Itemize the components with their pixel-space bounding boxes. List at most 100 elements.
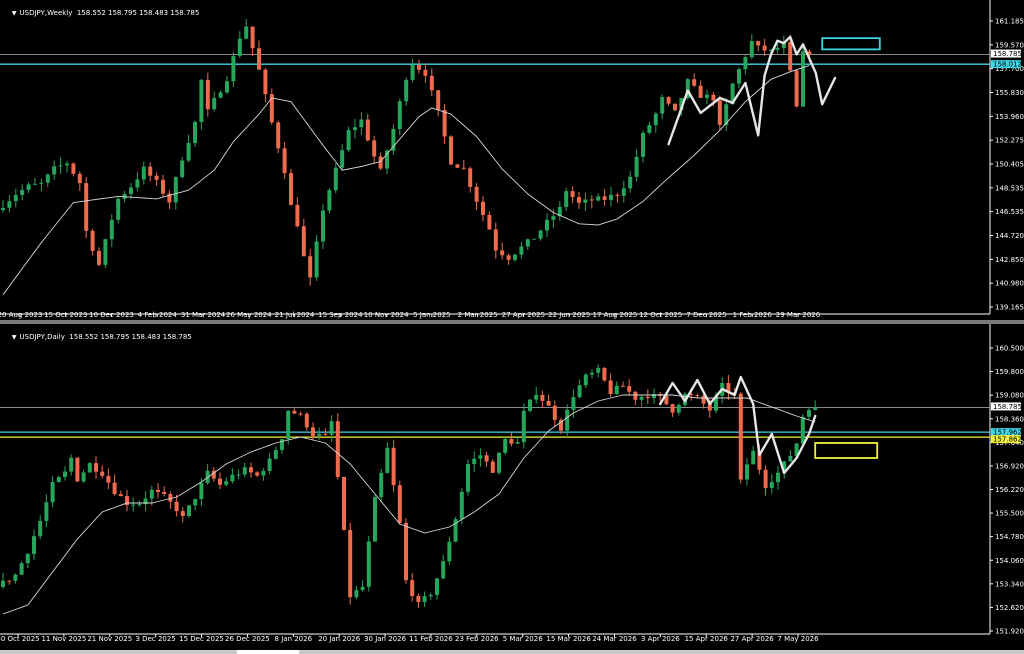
y-tick-label: 144.720 xyxy=(995,232,1024,240)
candle-down xyxy=(342,476,346,530)
candle-down xyxy=(282,148,287,174)
candle-up xyxy=(525,239,530,247)
candle-up xyxy=(13,574,18,581)
candle-up xyxy=(193,498,198,506)
weekly-chart[interactable]: 161.185159.570157.700155.830153.960152.2… xyxy=(0,0,1024,320)
candle-down xyxy=(365,119,370,141)
candle-up xyxy=(186,143,191,161)
price-tag-label: 158.785 xyxy=(993,50,1022,58)
moving-average-line xyxy=(2,394,816,615)
candle-down xyxy=(323,433,328,435)
y-tick-label: 158.360 xyxy=(995,415,1024,423)
candle-up xyxy=(173,177,178,203)
candle-down xyxy=(276,122,281,149)
x-tick-label: 8 Jan 2026 xyxy=(275,635,313,643)
candle-down xyxy=(90,230,95,251)
candle-down xyxy=(372,140,377,157)
candle-up xyxy=(340,150,345,168)
candle-down xyxy=(487,214,492,230)
candle-up xyxy=(131,504,136,506)
candle-up xyxy=(521,410,526,443)
candle-up xyxy=(769,482,774,488)
x-tick-label: 23 Feb 2026 xyxy=(455,635,499,643)
y-tick-label: 152.275 xyxy=(995,137,1024,145)
candle-down xyxy=(540,394,545,401)
x-tick-label: 1 Feb 2026 xyxy=(733,311,773,319)
triangle-down-icon[interactable]: ▼ xyxy=(12,10,17,17)
candle-up xyxy=(428,594,433,597)
candle-down xyxy=(75,457,80,482)
chart-tab-active[interactable] xyxy=(237,650,299,654)
x-tick-label: 30 Jan 2026 xyxy=(364,635,407,643)
candle-up xyxy=(435,578,439,595)
x-tick-label: 5 Jan 2025 xyxy=(413,311,451,319)
y-tick-label: 152.620 xyxy=(995,604,1024,612)
candle-up xyxy=(647,125,652,133)
candle-up xyxy=(565,409,570,431)
candle-up xyxy=(385,447,390,474)
candle-up xyxy=(653,113,658,126)
candle-down xyxy=(627,386,632,392)
x-tick-label: 31 Mar 2024 xyxy=(181,311,226,319)
y-tick-label: 142.850 xyxy=(995,256,1024,264)
candle-up xyxy=(44,502,49,521)
candle-up xyxy=(447,541,452,562)
candle-up xyxy=(583,199,588,203)
x-tick-label: 21 Jul 2024 xyxy=(275,311,315,319)
candle-up xyxy=(69,457,74,472)
candle-up xyxy=(286,410,291,440)
x-tick-label: 20 Aug 2023 xyxy=(0,311,42,319)
candle-down xyxy=(378,156,383,169)
candle-up xyxy=(775,48,780,50)
candle-down xyxy=(436,90,441,110)
candle-up xyxy=(391,128,396,151)
candle-up xyxy=(751,450,756,465)
y-tick-label: 161.185 xyxy=(995,18,1024,26)
candle-up xyxy=(149,489,154,499)
candle-up xyxy=(737,69,741,84)
candle-up xyxy=(459,491,464,520)
candle-down xyxy=(695,395,700,397)
y-tick-label: 146.535 xyxy=(995,208,1024,216)
candle-down xyxy=(218,478,222,485)
candle-down xyxy=(118,494,123,497)
candle-up xyxy=(244,26,249,39)
candle-up xyxy=(314,241,319,278)
weekly-title-text: USDJPY,Weekly 158.552 158.795 158.483 15… xyxy=(19,9,200,17)
y-tick-label: 154.780 xyxy=(995,533,1024,541)
candle-down xyxy=(692,79,697,86)
candle-down xyxy=(577,197,581,203)
y-tick-label: 156.920 xyxy=(995,462,1024,470)
candle-up xyxy=(807,410,811,417)
candle-down xyxy=(711,94,716,101)
y-tick-label: 160.500 xyxy=(995,345,1024,353)
candle-down xyxy=(468,168,473,187)
candle-down xyxy=(602,196,607,200)
candle-up xyxy=(466,463,470,492)
candle-up xyxy=(515,442,520,444)
candle-up xyxy=(676,404,681,413)
candle-up xyxy=(32,536,36,554)
candle-up xyxy=(590,372,594,375)
daily-chart-pane[interactable]: 160.500159.800159.080158.360157.640156.9… xyxy=(0,324,1024,650)
candle-up xyxy=(513,254,517,260)
candle-up xyxy=(497,452,501,473)
candle-up xyxy=(199,79,204,123)
triangle-down-icon[interactable]: ▼ xyxy=(12,334,17,341)
candle-up xyxy=(359,119,364,128)
candle-down xyxy=(148,166,153,176)
weekly-chart-pane[interactable]: 161.185 159.570 157.700 155.830 153.960 152.2… xyxy=(0,0,1024,320)
x-tick-label: 15 Sep 2024 xyxy=(318,311,363,319)
candle-up xyxy=(801,51,805,107)
candle-up xyxy=(45,174,50,183)
candle-down xyxy=(154,175,159,180)
candle-up xyxy=(58,165,63,167)
y-tick-label: 139.165 xyxy=(995,304,1024,312)
candle-up xyxy=(528,399,532,411)
candle-down xyxy=(106,475,111,483)
candle-up xyxy=(87,463,92,473)
candle-down xyxy=(673,103,677,111)
daily-chart[interactable]: 160.500159.800159.080158.360157.640156.9… xyxy=(0,324,1024,650)
candle-down xyxy=(404,522,408,581)
weekly-chart-title: ▼ USDJPY,Weekly 158.552 158.795 158.483 1… xyxy=(3,1,199,25)
